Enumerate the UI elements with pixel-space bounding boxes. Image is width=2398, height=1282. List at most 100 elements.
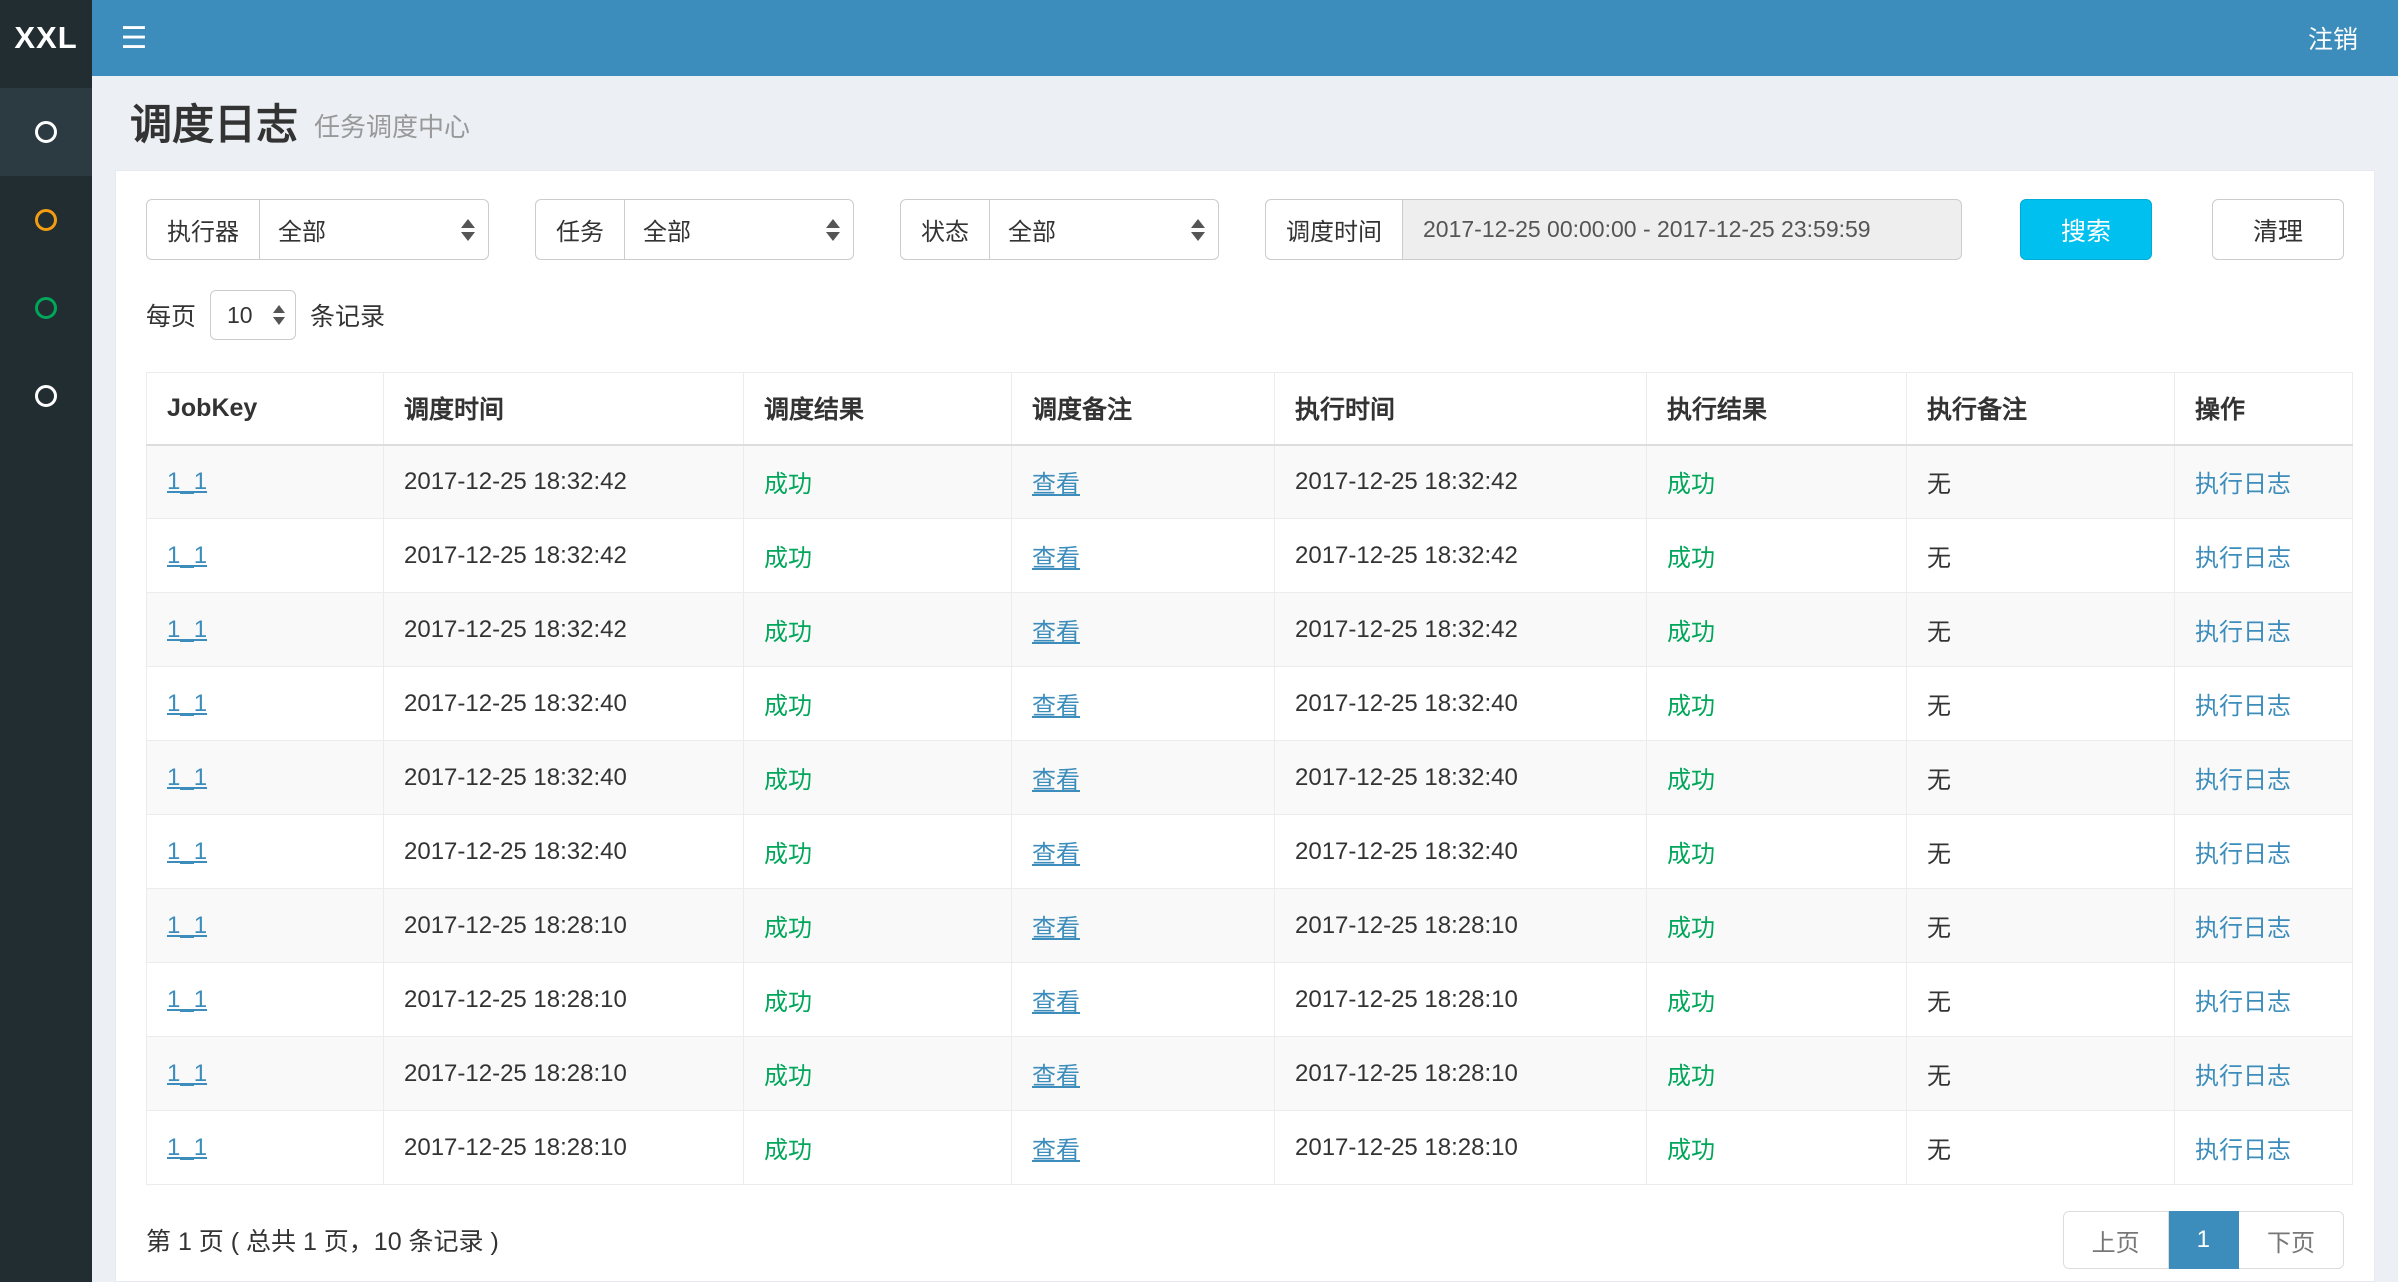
sidebar-item-3[interactable] bbox=[0, 264, 92, 352]
filter-row: 执行器 全部 任务 全部 状态 全部 bbox=[146, 199, 2344, 260]
column-header: 执行时间 bbox=[1275, 373, 1647, 445]
content-header: 调度日志任务调度中心 bbox=[92, 76, 2398, 170]
job-key-cell: 1_1 bbox=[147, 593, 384, 667]
date-range-input[interactable]: 2017-12-25 00:00:00 - 2017-12-25 23:59:5… bbox=[1402, 199, 1962, 260]
dispatch-remark-cell: 查看 bbox=[1012, 593, 1275, 667]
success-text: 成功 bbox=[1667, 1063, 1715, 1090]
executor-select[interactable]: 全部 bbox=[259, 199, 489, 260]
table-row: 1_12017-12-25 18:32:42成功查看2017-12-25 18:… bbox=[147, 445, 2353, 519]
executor-filter-label: 执行器 bbox=[146, 199, 259, 260]
jobkey-link[interactable]: 1_1 bbox=[167, 542, 207, 569]
exec-remark-cell: 无 bbox=[1907, 889, 2175, 963]
job-key-cell: 1_1 bbox=[147, 963, 384, 1037]
page-subtitle: 任务调度中心 bbox=[314, 112, 470, 142]
dispatch-result-cell: 成功 bbox=[744, 963, 1012, 1037]
job-select[interactable]: 全部 bbox=[624, 199, 854, 260]
exec-result-cell: 成功 bbox=[1647, 593, 1907, 667]
success-text: 成功 bbox=[764, 767, 812, 794]
exec-log-link[interactable]: 执行日志 bbox=[2195, 1063, 2291, 1090]
dispatch-remark-cell: 查看 bbox=[1012, 815, 1275, 889]
success-text: 成功 bbox=[1667, 915, 1715, 942]
status-filter: 状态 全部 bbox=[900, 199, 1219, 260]
view-link[interactable]: 查看 bbox=[1032, 989, 1080, 1016]
jobkey-link[interactable]: 1_1 bbox=[167, 1060, 207, 1087]
exec-remark-cell: 无 bbox=[1907, 815, 2175, 889]
dispatch-result-cell: 成功 bbox=[744, 667, 1012, 741]
action-cell: 执行日志 bbox=[2175, 889, 2353, 963]
current-page-button[interactable]: 1 bbox=[2169, 1211, 2239, 1269]
jobkey-link[interactable]: 1_1 bbox=[167, 1134, 207, 1161]
success-text: 成功 bbox=[764, 989, 812, 1016]
prev-page-button[interactable]: 上页 bbox=[2063, 1211, 2169, 1269]
select-stepper-icon bbox=[826, 219, 840, 241]
per-page-row: 每页 10 条记录 bbox=[146, 290, 2344, 340]
table-row: 1_12017-12-25 18:28:10成功查看2017-12-25 18:… bbox=[147, 1037, 2353, 1111]
dispatch-remark-cell: 查看 bbox=[1012, 1037, 1275, 1111]
sidebar bbox=[0, 76, 92, 1282]
exec-log-link[interactable]: 执行日志 bbox=[2195, 767, 2291, 794]
sidebar-item-4[interactable] bbox=[0, 352, 92, 440]
table-footer: 第 1 页 ( 总共 1 页，10 条记录 ) 上页 1 下页 bbox=[146, 1211, 2344, 1269]
sidebar-item-2[interactable] bbox=[0, 176, 92, 264]
dispatch-result-cell: 成功 bbox=[744, 1037, 1012, 1111]
exec-log-link[interactable]: 执行日志 bbox=[2195, 693, 2291, 720]
exec-log-link[interactable]: 执行日志 bbox=[2195, 619, 2291, 646]
success-text: 成功 bbox=[764, 1063, 812, 1090]
jobkey-link[interactable]: 1_1 bbox=[167, 690, 207, 717]
job-key-cell: 1_1 bbox=[147, 667, 384, 741]
table-row: 1_1 2017-12-25 18:28:10 成功 查看 2017-12-25 18:… bbox=[147, 889, 2353, 963]
view-link[interactable]: 查看 bbox=[1032, 545, 1080, 572]
exec-time-cell: 2017-12-25 18:28:10 bbox=[1275, 889, 1647, 963]
dispatch-time-cell: 2017-12-25 18:28:10 bbox=[384, 889, 744, 963]
view-link[interactable]: 查看 bbox=[1032, 841, 1080, 868]
exec-time-cell: 2017-12-25 18:32:40 bbox=[1275, 815, 1647, 889]
job-select-value: 全部 bbox=[643, 212, 691, 247]
view-link[interactable]: 查看 bbox=[1032, 767, 1080, 794]
dispatch-time-cell: 2017-12-25 18:28:10 bbox=[384, 1111, 744, 1185]
clear-button[interactable]: 清理 bbox=[2212, 199, 2344, 260]
view-link[interactable]: 查看 bbox=[1032, 1137, 1080, 1164]
exec-log-link[interactable]: 执行日志 bbox=[2195, 471, 2291, 498]
dispatch-remark-cell: 查看 bbox=[1012, 519, 1275, 593]
exec-log-link[interactable]: 执行日志 bbox=[2195, 989, 2291, 1016]
view-link[interactable]: 查看 bbox=[1032, 619, 1080, 646]
status-select[interactable]: 全部 bbox=[989, 199, 1219, 260]
jobkey-link[interactable]: 1_1 bbox=[167, 764, 207, 791]
search-button[interactable]: 搜索 bbox=[2020, 199, 2152, 260]
jobkey-link[interactable]: 1_1 bbox=[167, 616, 207, 643]
sidebar-item-1[interactable] bbox=[0, 88, 92, 176]
action-cell: 执行日志 bbox=[2175, 1037, 2353, 1111]
circle-icon bbox=[35, 297, 57, 319]
action-cell: 执行日志 bbox=[2175, 519, 2353, 593]
jobkey-link[interactable]: 1_1 bbox=[167, 986, 207, 1013]
circle-icon bbox=[35, 209, 57, 231]
exec-result-cell: 成功 bbox=[1647, 963, 1907, 1037]
exec-log-link[interactable]: 执行日志 bbox=[2195, 1137, 2291, 1164]
next-page-button[interactable]: 下页 bbox=[2239, 1211, 2344, 1269]
job-key-cell: 1_1 bbox=[147, 1037, 384, 1111]
jobkey-link[interactable]: 1_1 bbox=[167, 468, 207, 495]
exec-result-cell: 成功 bbox=[1647, 741, 1907, 815]
dispatch-result-cell: 成功 bbox=[744, 445, 1012, 519]
exec-result-cell: 成功 bbox=[1647, 667, 1907, 741]
job-key-cell: 1_1 bbox=[147, 1111, 384, 1185]
sidebar-toggle-button[interactable]: ☰ bbox=[92, 0, 176, 76]
dispatch-log-table: JobKey调度时间调度结果调度备注执行时间执行结果执行备注操作 1_12017… bbox=[146, 372, 2353, 1185]
exec-log-link[interactable]: 执行日志 bbox=[2195, 915, 2291, 942]
exec-log-link[interactable]: 执行日志 bbox=[2195, 545, 2291, 572]
exec-time-cell: 2017-12-25 18:32:42 bbox=[1275, 519, 1647, 593]
success-text: 成功 bbox=[1667, 841, 1715, 868]
table-row: 1_12017-12-25 18:32:40成功查看2017-12-25 18:… bbox=[147, 741, 2353, 815]
action-cell: 执行日志 bbox=[2175, 963, 2353, 1037]
logout-link[interactable]: 注销 bbox=[2268, 0, 2398, 76]
exec-log-link[interactable]: 执行日志 bbox=[2195, 841, 2291, 868]
view-link[interactable]: 查看 bbox=[1032, 1063, 1080, 1090]
view-link[interactable]: 查看 bbox=[1032, 471, 1080, 498]
jobkey-link[interactable]: 1_1 bbox=[167, 838, 207, 865]
success-text: 成功 bbox=[1667, 545, 1715, 572]
view-link[interactable]: 查看 bbox=[1032, 915, 1080, 942]
jobkey-link[interactable]: 1_1 bbox=[167, 912, 207, 939]
exec-result-cell: 成功 bbox=[1647, 815, 1907, 889]
page-size-select[interactable]: 10 bbox=[210, 290, 296, 340]
view-link[interactable]: 查看 bbox=[1032, 693, 1080, 720]
